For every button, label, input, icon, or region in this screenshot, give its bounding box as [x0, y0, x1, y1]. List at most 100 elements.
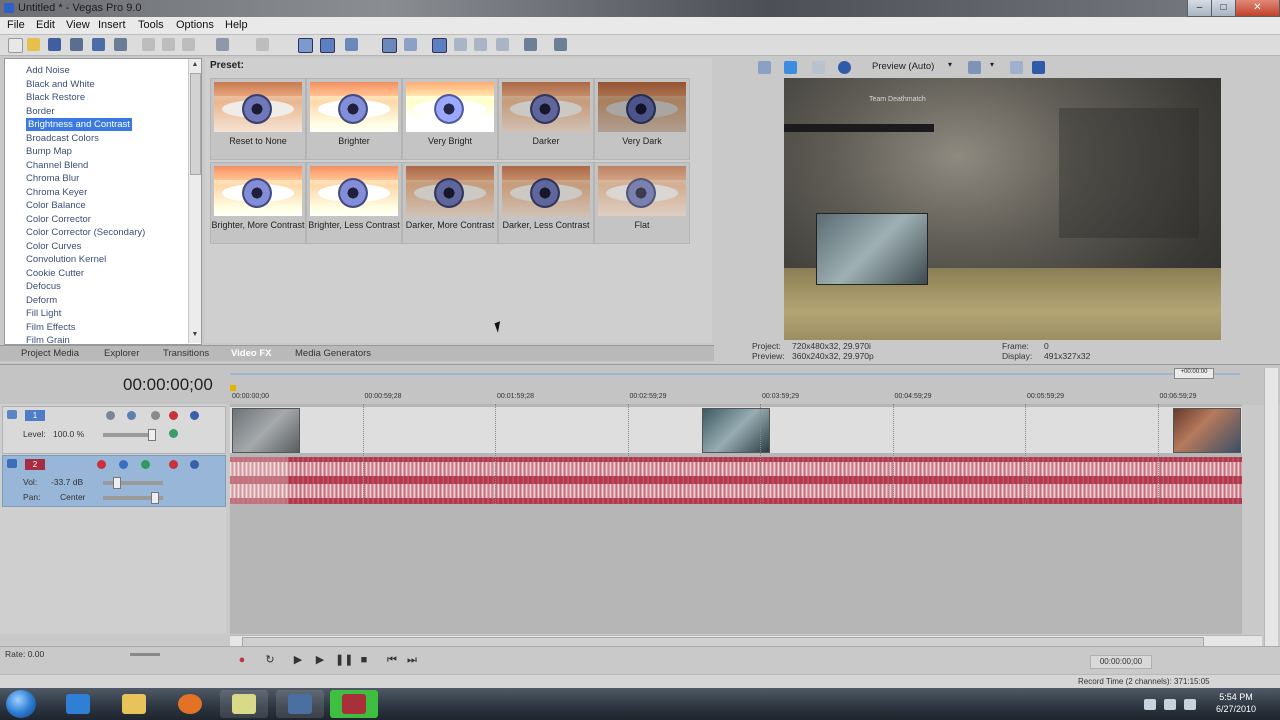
- chevron-down-icon[interactable]: ▾: [948, 60, 952, 69]
- level-slider-knob[interactable]: [148, 429, 156, 441]
- track-fx-icon[interactable]: [127, 411, 136, 420]
- paste-icon[interactable]: [182, 38, 195, 51]
- arm-record-icon[interactable]: [97, 460, 106, 469]
- parent-composite-icon[interactable]: [169, 429, 178, 438]
- fx-list-item[interactable]: Border: [26, 105, 55, 118]
- close-button[interactable]: ✕: [1235, 0, 1280, 17]
- video-track[interactable]: [230, 407, 1242, 453]
- overlays-chevron-down-icon[interactable]: ▾: [990, 60, 994, 69]
- video-track-expand-icon[interactable]: [7, 410, 17, 419]
- save-as-icon[interactable]: [70, 38, 83, 51]
- preview-properties-icon[interactable]: [758, 61, 771, 74]
- timeline-ruler[interactable]: 00:00:00;00 00:00:59;28 00:01:59;28 00:02:5…: [230, 371, 1240, 405]
- preset-tile[interactable]: Very Dark: [594, 78, 690, 160]
- taskbar-vegas-pro[interactable]: [330, 690, 378, 718]
- cut-icon[interactable]: [142, 38, 155, 51]
- undo-icon[interactable]: [216, 38, 229, 51]
- solo-icon[interactable]: [190, 411, 199, 420]
- preset-tile[interactable]: Very Bright: [402, 78, 498, 160]
- network-icon[interactable]: [1164, 699, 1176, 710]
- zoom-tool-icon[interactable]: [496, 38, 509, 51]
- loop-playback-button[interactable]: ↻: [263, 653, 277, 667]
- preset-tile[interactable]: Darker, More Contrast: [402, 162, 498, 244]
- copy-snapshot-icon[interactable]: [1010, 61, 1023, 74]
- menu-edit[interactable]: Edit: [36, 19, 55, 31]
- video-track-header[interactable]: 1 Level: 100.0 %: [2, 406, 226, 454]
- video-event-clip[interactable]: [232, 408, 300, 453]
- open-folder-icon[interactable]: [27, 38, 40, 51]
- tab-project-media[interactable]: Project Media: [21, 348, 79, 359]
- taskbar-media-app[interactable]: [276, 690, 324, 718]
- audio-mute-icon[interactable]: [169, 460, 178, 469]
- go-to-start-button[interactable]: ⏮: [385, 653, 399, 667]
- invert-phase-icon[interactable]: [119, 460, 128, 469]
- ignore-grouping-icon[interactable]: [474, 38, 487, 51]
- fx-list-item[interactable]: Black and White: [26, 78, 95, 91]
- preset-tile[interactable]: Brighter: [306, 78, 402, 160]
- taskbar-explorer[interactable]: [110, 690, 158, 718]
- properties-icon[interactable]: [114, 38, 127, 51]
- help-pointer-icon[interactable]: [554, 38, 567, 51]
- pause-button[interactable]: ❚❚: [335, 653, 353, 667]
- scroll-down-icon[interactable]: ▼: [191, 331, 199, 338]
- save-icon[interactable]: [48, 38, 61, 51]
- play-from-start-button[interactable]: ▶: [291, 653, 305, 667]
- preview-quality-select[interactable]: Preview (Auto): [872, 61, 934, 72]
- fx-list-item[interactable]: Deform: [26, 294, 57, 307]
- record-button[interactable]: ●: [235, 653, 249, 667]
- overlays-icon[interactable]: [968, 61, 981, 74]
- envelope-tool-icon[interactable]: [320, 38, 335, 53]
- preset-tile[interactable]: Reset to None: [210, 78, 306, 160]
- taskbar-clock[interactable]: 5:54 PM 6/27/2010: [1200, 691, 1272, 715]
- stop-button[interactable]: ■: [357, 653, 371, 667]
- start-button[interactable]: [6, 690, 36, 718]
- menu-tools[interactable]: Tools: [138, 19, 164, 31]
- tab-media-generators[interactable]: Media Generators: [295, 348, 371, 359]
- level-slider[interactable]: [103, 433, 153, 437]
- audio-track-expand-icon[interactable]: [7, 459, 17, 468]
- redo-icon[interactable]: [256, 38, 269, 51]
- taskbar-internet-explorer[interactable]: [54, 690, 102, 718]
- external-monitor-icon[interactable]: [784, 61, 797, 74]
- fx-list-item[interactable]: Bump Map: [26, 145, 72, 158]
- compositing-mode-icon[interactable]: [151, 411, 160, 420]
- go-to-end-button[interactable]: ⏭: [405, 653, 419, 667]
- minimize-button[interactable]: –: [1187, 0, 1212, 17]
- menu-options[interactable]: Options: [176, 19, 214, 31]
- fx-list-item[interactable]: Film Effects: [26, 321, 75, 334]
- fx-list-item[interactable]: Channel Blend: [26, 159, 88, 172]
- fx-list-item[interactable]: Color Curves: [26, 240, 81, 253]
- fx-list-item[interactable]: Film Grain: [26, 334, 70, 344]
- playhead-marker[interactable]: [230, 385, 236, 391]
- ruler-loop-bar[interactable]: [230, 373, 1240, 375]
- fx-list-item[interactable]: Add Noise: [26, 64, 70, 77]
- mute-icon[interactable]: [169, 411, 178, 420]
- menu-view[interactable]: View: [66, 19, 90, 31]
- selection-tool-icon[interactable]: [345, 38, 358, 51]
- video-event-clip[interactable]: [1173, 408, 1241, 453]
- fx-list-item[interactable]: Chroma Keyer: [26, 186, 87, 199]
- menu-help[interactable]: Help: [225, 19, 248, 31]
- fx-list-scrollbar[interactable]: ▲ ▼: [188, 59, 201, 343]
- fx-list-item[interactable]: Color Balance: [26, 199, 86, 212]
- taskbar-firefox[interactable]: [166, 690, 214, 718]
- fx-list-item[interactable]: Broadcast Colors: [26, 132, 99, 145]
- preset-tile[interactable]: Darker: [498, 78, 594, 160]
- vol-slider-knob[interactable]: [113, 477, 121, 489]
- split-screen-icon[interactable]: [838, 61, 851, 74]
- flag-icon[interactable]: [1144, 699, 1156, 710]
- scroll-thumb[interactable]: [190, 73, 201, 175]
- scroll-up-icon[interactable]: ▲: [191, 61, 199, 68]
- track-motion-icon[interactable]: [106, 411, 115, 420]
- fx-list-item[interactable]: Cookie Cutter: [26, 267, 84, 280]
- auto-ripple-icon[interactable]: [432, 38, 447, 53]
- vol-slider[interactable]: [103, 481, 163, 485]
- fx-list-item[interactable]: Brightness and Contrast: [26, 118, 132, 131]
- audio-track-header[interactable]: 2 Vol: -33.7 dB Pan: Center: [2, 455, 226, 507]
- fx-list-item[interactable]: Color Corrector: [26, 213, 91, 226]
- fx-list-item[interactable]: Chroma Blur: [26, 172, 79, 185]
- audio-fx-icon[interactable]: [141, 460, 150, 469]
- pan-slider-knob[interactable]: [151, 492, 159, 504]
- preset-tile[interactable]: Brighter, More Contrast: [210, 162, 306, 244]
- menu-insert[interactable]: Insert: [98, 19, 126, 31]
